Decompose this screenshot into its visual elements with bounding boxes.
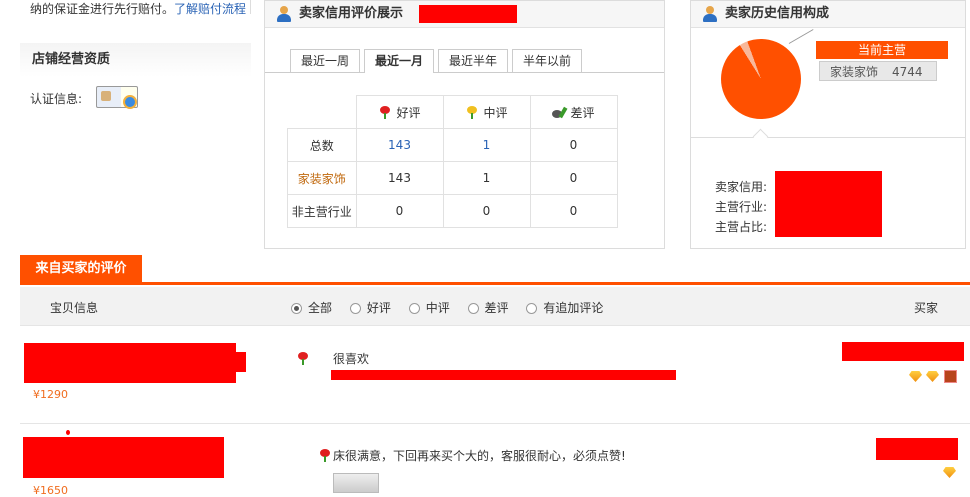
filter-all[interactable]: 全部 [291, 301, 332, 315]
redacted-review-text [331, 370, 676, 380]
guarantee-note: 纳的保证金进行先行赔付。了解赔付流程 [30, 2, 247, 16]
legend-main-business: 当前主营 [816, 41, 948, 59]
filter-followup[interactable]: 有追加评论 [526, 301, 603, 315]
main-ratio-label: 主营占比: [715, 220, 768, 234]
good-flower-icon [296, 352, 310, 365]
review-comment: 很喜欢 [333, 352, 370, 366]
table-row: 家装家饰 143 1 0 [287, 161, 618, 195]
certificate-icon[interactable] [96, 86, 138, 109]
radio-icon [349, 303, 361, 314]
radio-icon [467, 303, 479, 314]
redacted-item-title[interactable] [23, 437, 224, 478]
buyer-reviews-tab[interactable]: 来自买家的评价 [20, 255, 142, 282]
tab-week[interactable]: 最近一周 [290, 49, 361, 72]
neutral-flower-icon [465, 105, 479, 119]
filter-good[interactable]: 好评 [349, 301, 391, 315]
main-industry-label: 主营行业: [715, 200, 768, 214]
user-icon [277, 6, 291, 22]
radio-icon [291, 303, 302, 314]
credit-table: 好评 中评 差评 总数 143 1 0 家装家饰 143 1 0 非主营行业 0… [287, 95, 618, 228]
table-row: 非主营行业 0 0 0 [287, 194, 618, 228]
user-icon [703, 6, 717, 22]
good-flower-icon [318, 449, 332, 462]
redacted-item-title[interactable] [24, 343, 236, 383]
good-flower-icon [378, 105, 392, 119]
item-info-header: 宝贝信息 [50, 301, 99, 315]
credit-history-panel: 卖家历史信用构成 当前主营 家装家饰 4744 卖家信用: 主营行业: 主营占比: [690, 0, 966, 249]
period-tabs: 最近一周 最近一月 最近半年 半年以前 [290, 49, 586, 73]
credit-pie-chart [721, 39, 801, 119]
item-price: ¥1290 [33, 388, 68, 401]
tab-before-half-year[interactable]: 半年以前 [512, 49, 583, 72]
redacted-buyer-name [876, 438, 958, 460]
radio-icon [526, 303, 538, 314]
history-panel-title: 卖家历史信用构成 [725, 6, 830, 21]
claim-process-link[interactable]: 了解赔付流程 [174, 2, 246, 16]
shop-qualification-title: 店铺经营资质 [20, 43, 251, 77]
buyer-badge-icon [944, 370, 957, 383]
review-photo-thumbnail[interactable] [333, 473, 379, 493]
diamond-icon [909, 371, 922, 382]
filter-neutral[interactable]: 中评 [408, 301, 450, 315]
table-row: 总数 143 1 0 [287, 128, 618, 162]
seller-credit-label: 卖家信用: [715, 180, 768, 194]
filter-bad[interactable]: 差评 [467, 301, 509, 315]
buyer-header: 买家 [914, 301, 939, 315]
diamond-icon [943, 467, 956, 478]
seller-credit-panel: 卖家信用评价展示 最近一周 最近一月 最近半年 半年以前 好评 中评 差评 总数… [264, 0, 665, 249]
redacted-buyer-name [842, 342, 964, 361]
tab-month[interactable]: 最近一月 [364, 49, 435, 73]
cert-info-label: 认证信息: [30, 92, 83, 106]
radio-icon [408, 303, 420, 314]
review-filter-bar: 宝贝信息 全部 好评 中评 差评 有追加评论 买家 [20, 287, 970, 326]
legend-category: 家装家饰 4744 [819, 61, 937, 81]
tab-half-year[interactable]: 最近半年 [438, 49, 509, 72]
bad-flower-icon [552, 106, 566, 119]
review-comment: 床很满意，下回再来买个大的，客服很耐心，必须点赞! [333, 449, 626, 463]
review-filter-options: 全部 好评 中评 差评 有追加评论 [291, 299, 617, 316]
credit-panel-title: 卖家信用评价展示 [299, 6, 404, 21]
redacted-history-values [775, 171, 882, 237]
redacted-shop-name [419, 5, 517, 23]
diamond-icon [926, 371, 939, 382]
